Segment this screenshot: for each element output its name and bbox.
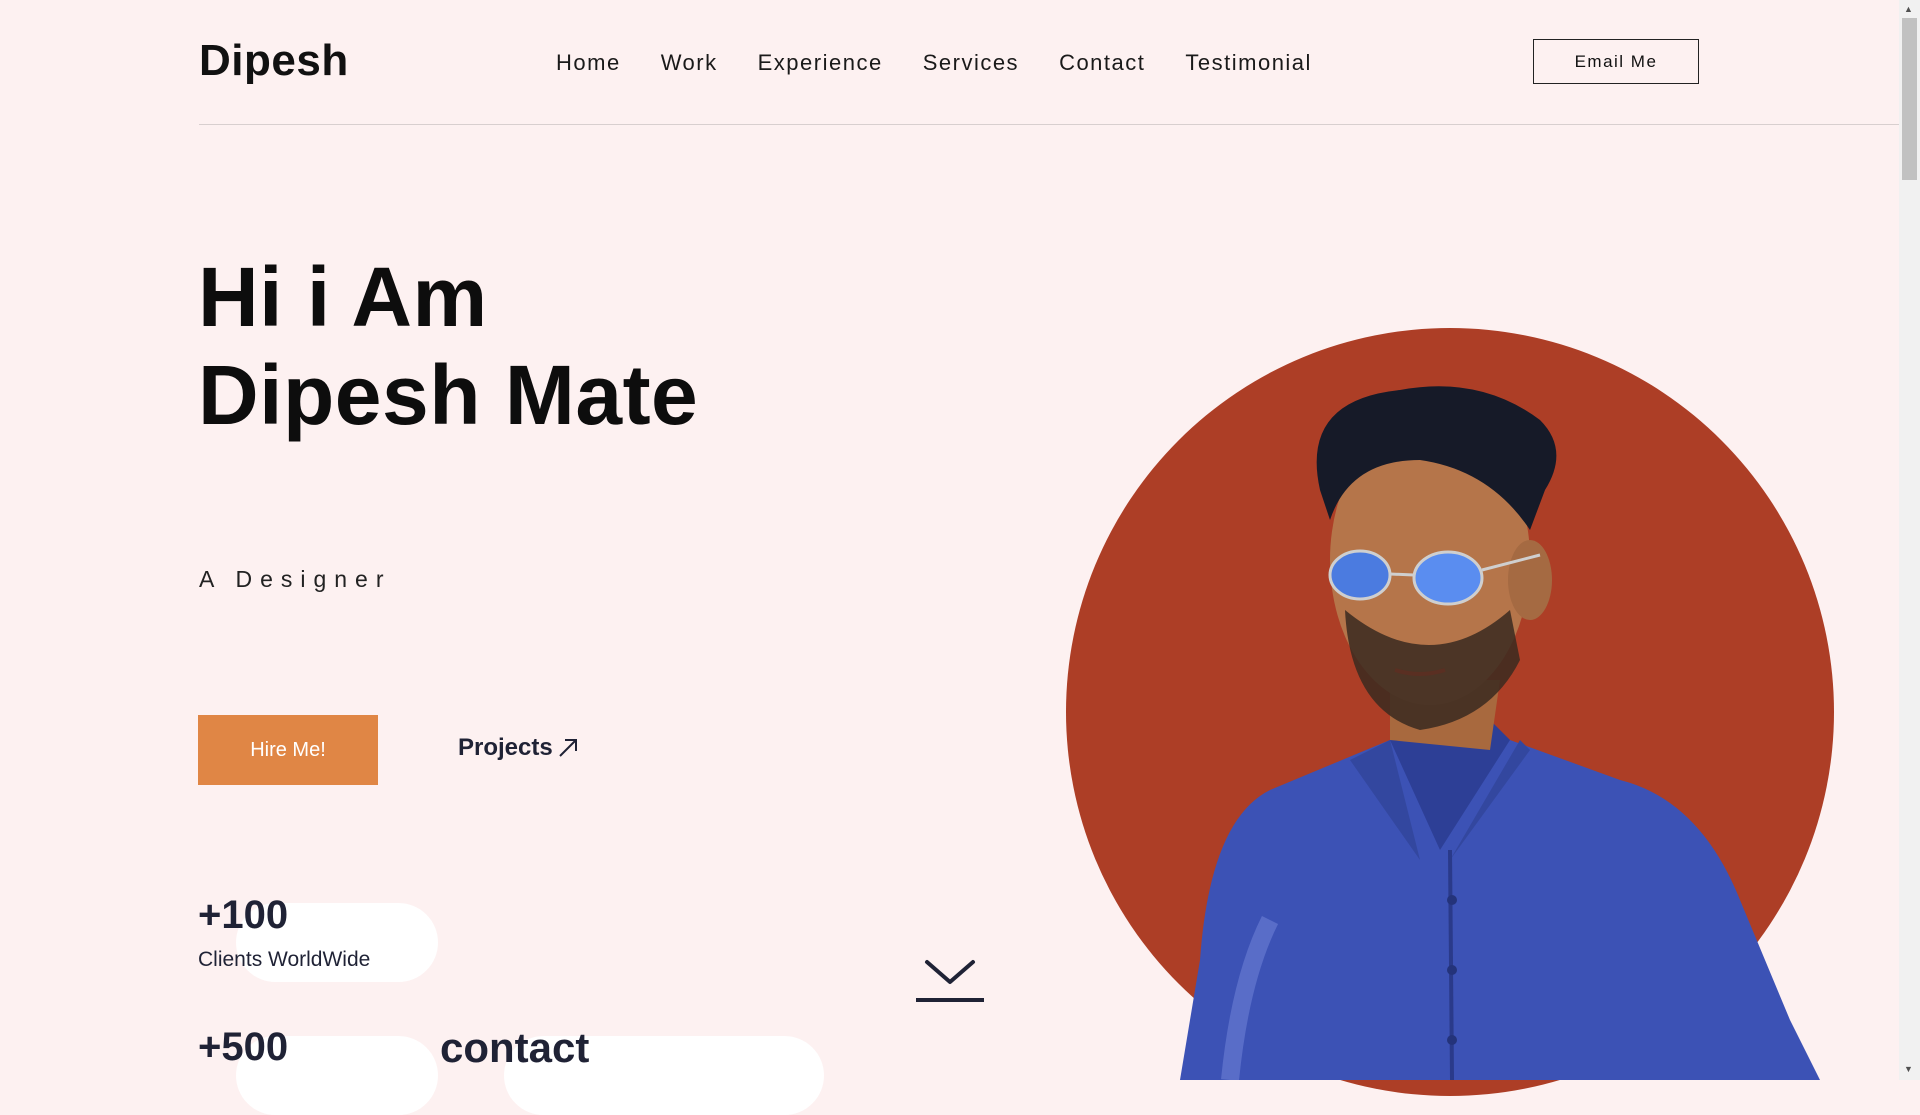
hero-title-line2: Dipesh Mate xyxy=(198,348,699,442)
stat-second-value: +500 xyxy=(198,1025,289,1069)
site-logo[interactable]: Dipesh xyxy=(199,36,349,86)
main-nav: Home Work Experience Services Contact Te… xyxy=(556,50,1312,76)
nav-services[interactable]: Services xyxy=(923,50,1019,76)
hire-me-button[interactable]: Hire Me! xyxy=(198,715,378,785)
scroll-up-arrow-icon[interactable]: ▲ xyxy=(1904,4,1913,14)
nav-experience[interactable]: Experience xyxy=(758,50,883,76)
stat-clients-label: Clients WorldWide xyxy=(198,948,371,971)
nav-work[interactable]: Work xyxy=(661,50,718,76)
email-me-button[interactable]: Email Me xyxy=(1533,39,1699,84)
hero-title-line1: Hi i Am xyxy=(198,250,488,344)
scroll-down-arrow-icon[interactable]: ▼ xyxy=(1904,1064,1913,1074)
header-divider xyxy=(199,124,1900,125)
scrollbar-thumb[interactable] xyxy=(1902,18,1917,180)
stat-clients-value: +100 xyxy=(198,893,289,937)
contact-heading: contact xyxy=(440,1024,590,1071)
hero-title: Hi i Am Dipesh Mate xyxy=(198,248,698,444)
scroll-down-icon[interactable] xyxy=(915,958,985,1004)
nav-home[interactable]: Home xyxy=(556,50,621,76)
nav-testimonial[interactable]: Testimonial xyxy=(1185,50,1312,76)
projects-link[interactable]: Projects xyxy=(458,734,579,762)
nav-contact[interactable]: Contact xyxy=(1059,50,1145,76)
projects-link-label: Projects xyxy=(458,734,553,761)
profile-photo xyxy=(1180,386,1820,1080)
arrow-up-right-icon xyxy=(559,739,577,757)
hero-subtitle: A Designer xyxy=(199,566,392,592)
